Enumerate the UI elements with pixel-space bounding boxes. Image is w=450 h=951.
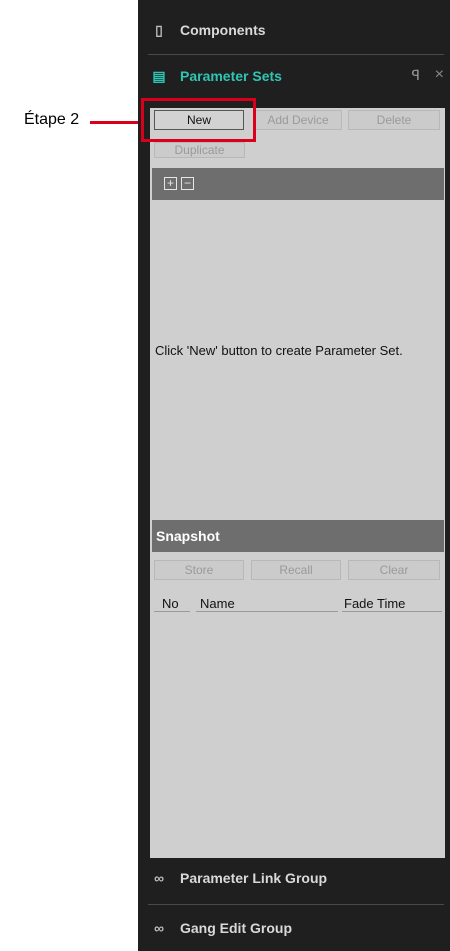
column-divider xyxy=(154,611,190,612)
collapse-all-icon[interactable]: − xyxy=(181,177,194,190)
gang-edit-group-title: Gang Edit Group xyxy=(180,920,292,936)
column-header-no[interactable]: No xyxy=(162,596,179,611)
parameter-sets-title: Parameter Sets xyxy=(180,68,282,84)
column-header-name[interactable]: Name xyxy=(200,596,235,611)
close-icon[interactable]: × xyxy=(435,66,444,84)
empty-state-hint: Click 'New' button to create Parameter S… xyxy=(155,343,403,358)
callout-label: Étape 2 xyxy=(24,111,80,128)
components-icon: ▯ xyxy=(155,21,163,38)
clear-button[interactable]: Clear xyxy=(348,560,440,580)
column-header-fade-time[interactable]: Fade Time xyxy=(344,596,405,611)
snapshot-header: Snapshot xyxy=(152,520,444,552)
callout-line xyxy=(90,121,142,124)
snapshot-title: Snapshot xyxy=(156,528,220,544)
divider xyxy=(148,54,444,55)
tree-toolbar: + − xyxy=(152,168,444,200)
column-divider xyxy=(196,611,338,612)
delete-button[interactable]: Delete xyxy=(348,110,440,130)
parameter-link-group-header[interactable]: ∞ Parameter Link Group xyxy=(138,858,450,898)
link-icon: ∞ xyxy=(154,870,164,886)
parameter-sets-header[interactable]: ▤ Parameter Sets ꟼ × xyxy=(138,56,450,96)
link-icon: ∞ xyxy=(154,920,164,936)
recall-button[interactable]: Recall xyxy=(251,560,341,580)
components-header[interactable]: ▯ Components xyxy=(138,10,450,50)
duplicate-button[interactable]: Duplicate xyxy=(154,142,245,158)
parameter-link-group-title: Parameter Link Group xyxy=(180,870,328,886)
parameter-sets-icon: ▤ xyxy=(152,67,166,84)
gang-edit-group-header[interactable]: ∞ Gang Edit Group xyxy=(138,908,450,948)
add-device-button[interactable]: Add Device xyxy=(254,110,342,130)
column-divider xyxy=(342,611,442,612)
expand-all-icon[interactable]: + xyxy=(164,177,177,190)
parameter-sets-content: New Add Device Delete Duplicate + − Clic… xyxy=(150,108,445,858)
store-button[interactable]: Store xyxy=(154,560,244,580)
callout-highlight-box xyxy=(141,98,256,142)
pin-icon[interactable]: ꟼ xyxy=(412,67,420,84)
divider xyxy=(148,904,444,905)
components-title: Components xyxy=(180,22,266,38)
parameter-sets-panel: ▯ Components ▤ Parameter Sets ꟼ × New Ad… xyxy=(138,0,450,951)
